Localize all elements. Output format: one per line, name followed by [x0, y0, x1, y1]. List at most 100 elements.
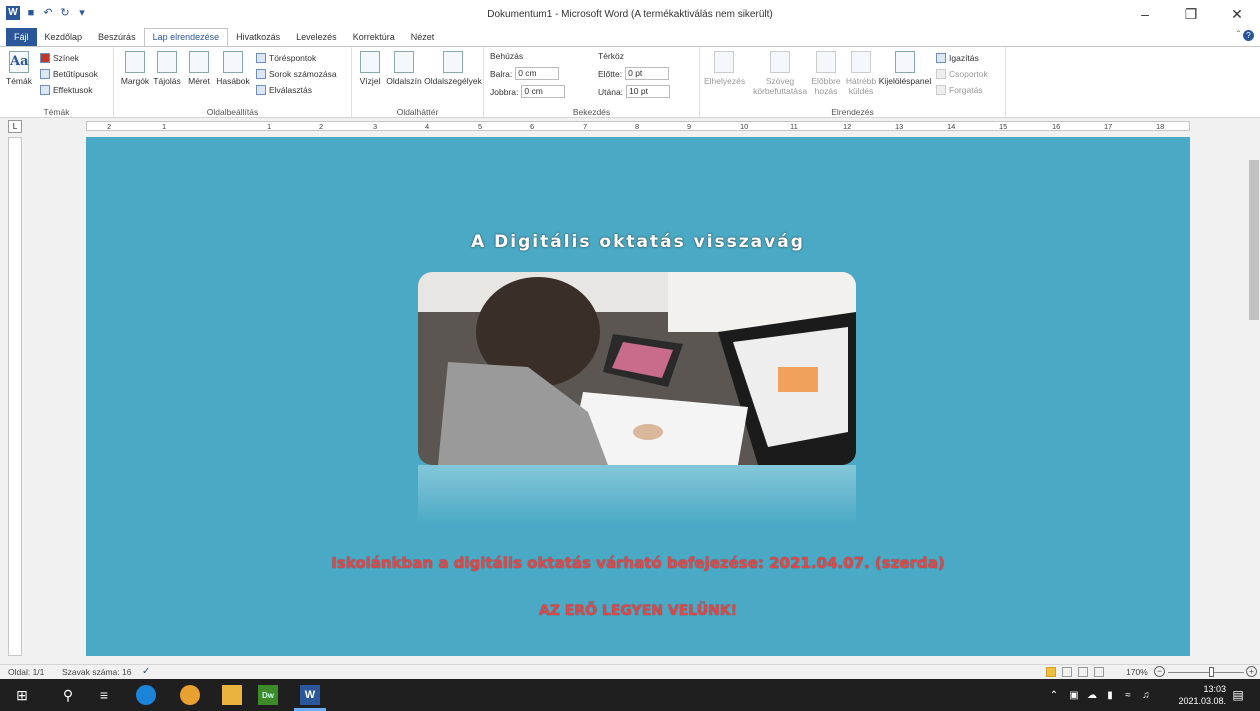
- wifi-icon[interactable]: ≈: [1118, 685, 1138, 705]
- tab-page-layout[interactable]: Lap elrendezése: [143, 28, 229, 46]
- close-icon[interactable]: ✕: [1214, 0, 1260, 28]
- zoom-level[interactable]: 170%: [1126, 667, 1148, 677]
- selection-pane-label: Kijelöléspanel: [878, 76, 932, 86]
- outline-view-icon[interactable]: [1094, 667, 1104, 677]
- windows-start-icon[interactable]: ⊞: [12, 685, 32, 705]
- ruler-tick: 15: [999, 122, 1008, 131]
- ruler-tick: 8: [635, 122, 640, 131]
- tab-selector-button[interactable]: L: [8, 120, 22, 133]
- page-color-icon: [394, 51, 414, 73]
- orientation-label: Tájolás: [153, 76, 181, 86]
- fonts-icon: [40, 69, 50, 79]
- line-numbers-button[interactable]: Sorok számozása: [256, 69, 337, 79]
- bring-forward-button[interactable]: Előbbre hozás: [810, 51, 842, 96]
- fonts-button[interactable]: Betűtípusok: [40, 69, 98, 79]
- tab-mailings[interactable]: Levelezés: [288, 28, 345, 46]
- zoom-slider[interactable]: [1168, 672, 1244, 673]
- indent-right-field[interactable]: 0 cm: [521, 85, 566, 98]
- edge-browser-icon[interactable]: [136, 685, 156, 705]
- send-backward-label-2: küldés: [848, 86, 874, 96]
- dreamweaver-icon[interactable]: Dw: [258, 685, 278, 705]
- themes-button-label: Témák: [6, 76, 32, 86]
- file-explorer-icon[interactable]: [222, 685, 242, 705]
- rotate-button[interactable]: Forgatás: [936, 85, 983, 95]
- margins-button[interactable]: Margók: [120, 51, 150, 86]
- tab-home[interactable]: Kezdőlap: [37, 28, 91, 46]
- horizontal-ruler[interactable]: 2 1 1 2 3 4 5 6 7 8 9 10 11 12 13 14 15 …: [86, 121, 1190, 131]
- task-view-icon[interactable]: ≡: [94, 685, 114, 705]
- tray-chevron-icon[interactable]: ⌃: [1044, 685, 1064, 705]
- motto-text[interactable]: AZ ERŐ LEGYEN VELÜNK!: [86, 603, 1190, 619]
- document-photo[interactable]: [418, 272, 856, 465]
- taskbar-clock[interactable]: 13:03 2021.03.08.: [1178, 683, 1226, 707]
- zoom-out-icon[interactable]: −: [1154, 666, 1165, 677]
- indent-left: Balra: 0 cm: [490, 67, 560, 80]
- spacing-before-field[interactable]: 0 pt: [625, 67, 670, 80]
- search-icon[interactable]: ⚲: [58, 685, 78, 705]
- themes-icon: Aa: [9, 51, 29, 73]
- document-heading[interactable]: A Digitális oktatás visszavág: [86, 232, 1190, 252]
- group-page-background: Vízjel Oldalszín Oldalszegélyek Oldalhát…: [352, 47, 484, 119]
- notification-center-icon[interactable]: ▤: [1228, 685, 1248, 705]
- collapse-ribbon-icon[interactable]: ˆ: [1237, 30, 1240, 41]
- wrap-text-button[interactable]: Szöveg körbefuttatása: [752, 51, 808, 96]
- position-button[interactable]: Elhelyezés: [704, 51, 745, 86]
- breaks-button[interactable]: Töréspontok: [256, 53, 316, 63]
- send-backward-button[interactable]: Hátrébb küldés: [844, 51, 878, 96]
- chrome-browser-icon[interactable]: [180, 685, 200, 705]
- indent-left-label: Balra:: [490, 68, 513, 79]
- zoom-in-icon[interactable]: +: [1246, 666, 1257, 677]
- tab-file[interactable]: Fájl: [6, 28, 37, 46]
- document-page[interactable]: A Digitális oktatás visszavág Iskolánkba…: [86, 137, 1190, 656]
- restore-icon[interactable]: ❐: [1168, 0, 1214, 28]
- tab-review[interactable]: Korrektúra: [345, 28, 403, 46]
- group-objects-label: Csoportok: [949, 69, 988, 79]
- tab-references[interactable]: Hivatkozás: [228, 28, 288, 46]
- window-title: Dokumentum1 - Microsoft Word (A termékak…: [487, 9, 773, 20]
- ruler-tick: 6: [530, 122, 535, 131]
- proofing-icon[interactable]: ✓: [142, 666, 150, 677]
- spacing-before-label: Előtte:: [598, 68, 623, 79]
- effects-label: Effektusok: [53, 85, 93, 95]
- tray-usb-icon[interactable]: ▣: [1064, 685, 1084, 705]
- tab-view[interactable]: Nézet: [403, 28, 443, 46]
- minimize-icon[interactable]: –: [1122, 0, 1168, 28]
- selection-pane-icon: [895, 51, 915, 73]
- zoom-slider-thumb[interactable]: [1209, 667, 1214, 677]
- indent-left-field[interactable]: 0 cm: [515, 67, 560, 80]
- size-button[interactable]: Méret: [184, 51, 214, 86]
- columns-button[interactable]: Hasábok: [216, 51, 250, 86]
- print-layout-view-icon[interactable]: [1046, 667, 1056, 677]
- page-borders-button[interactable]: Oldalszegélyek: [424, 51, 482, 86]
- align-button[interactable]: Igazítás: [936, 53, 979, 63]
- spacing-after-field[interactable]: 10 pt: [626, 85, 671, 98]
- ribbon-help: ˆ ?: [1237, 30, 1254, 41]
- watermark-button[interactable]: Vízjel: [356, 51, 384, 86]
- hyphenation-button[interactable]: Elválasztás: [256, 85, 312, 95]
- group-objects-button[interactable]: Csoportok: [936, 69, 988, 79]
- effects-button[interactable]: Effektusok: [40, 85, 93, 95]
- clock-date: 2021.03.08.: [1178, 696, 1226, 706]
- breaks-label: Töréspontok: [269, 53, 317, 63]
- help-icon[interactable]: ?: [1243, 30, 1254, 41]
- themes-button[interactable]: Aa Témák: [4, 51, 34, 86]
- full-screen-view-icon[interactable]: [1062, 667, 1072, 677]
- selection-pane-button[interactable]: Kijelöléspanel: [878, 51, 932, 86]
- web-layout-view-icon[interactable]: [1078, 667, 1088, 677]
- word-count[interactable]: Szavak száma: 16: [62, 667, 131, 677]
- orientation-icon: [157, 51, 177, 73]
- page-count[interactable]: Oldal: 1/1: [8, 667, 44, 677]
- volume-icon[interactable]: ♫: [1136, 685, 1156, 705]
- battery-icon[interactable]: ▮: [1100, 685, 1120, 705]
- onedrive-cloud-icon[interactable]: ☁: [1082, 685, 1102, 705]
- end-date-text[interactable]: Iskolánkban a digitális oktatás várható …: [86, 554, 1190, 572]
- scrollbar-thumb[interactable]: [1249, 160, 1259, 320]
- word-taskbar-icon[interactable]: W: [300, 685, 320, 705]
- watermark-icon: [360, 51, 380, 73]
- page-color-button[interactable]: Oldalszín: [384, 51, 424, 86]
- tab-insert[interactable]: Beszúrás: [90, 28, 144, 46]
- ruler-tick: 5: [478, 122, 483, 131]
- colors-button[interactable]: Színek: [40, 53, 79, 63]
- vertical-ruler[interactable]: [8, 137, 22, 656]
- orientation-button[interactable]: Tájolás: [152, 51, 182, 86]
